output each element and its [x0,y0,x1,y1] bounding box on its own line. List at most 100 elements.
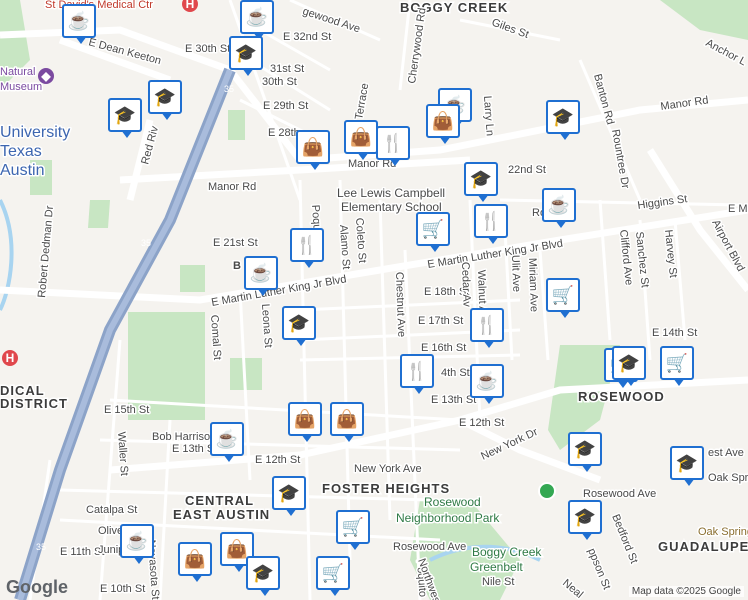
map-attribution[interactable]: Map data ©2025 Google [628,586,744,597]
school-marker[interactable]: 🎓 [464,162,498,202]
store-marker[interactable]: 👜 [344,120,378,160]
coffee-cup-icon: ☕ [245,7,269,27]
street-label: 4th St [441,367,470,379]
street-label: 22nd St [508,164,546,176]
restaurant-marker[interactable]: 🍴 [400,354,434,394]
school-marker[interactable]: 🎓 [229,36,263,76]
street-label: E 29th St [263,100,308,112]
street-label: Manor Rd [660,94,709,113]
graduation-cap-icon: 🎓 [469,169,493,189]
street-label: Robert Dedman Dr [36,205,56,298]
street-label: Oak Spring [698,526,748,538]
street-label: Chestnut Ave [393,272,407,338]
shopping-bag-icon: 👜 [349,127,373,147]
school-marker[interactable]: 🎓 [670,446,704,486]
store-marker[interactable]: 👜 [288,402,322,442]
map-canvas[interactable]: BOGGY CREEK ROSEWOOD FOSTER HEIGHTS CENT… [0,0,748,600]
street-label: ppson St [585,547,612,592]
street-label: Cedar Av [459,262,473,308]
street-label: Clifford Ave [617,229,635,286]
street-label: E 14th St [652,327,697,339]
landmark-label: University [0,124,70,141]
store-marker[interactable]: 👜 [178,542,212,582]
street-label: Rosewood Ave [583,488,656,500]
school-marker[interactable]: 🎓 [272,476,306,516]
street-labels: Manor Rd Manor Rd Manor Rd E Martin Luth… [35,4,748,600]
street-label: New York Ave [354,463,422,475]
street-label: Catalpa St [86,504,137,516]
grocery-marker[interactable]: 🛒 [316,556,350,596]
street-label: Coleto St [353,217,368,263]
street-label: 35 [224,84,234,94]
school-marker[interactable]: 🎓 [568,432,602,472]
cafe-marker[interactable]: ☕ [470,364,504,404]
restaurant-marker[interactable]: 🍴 [290,228,324,268]
cafe-marker[interactable]: ☕ [62,4,96,44]
cafe-marker[interactable]: ☕ [120,524,154,564]
street-label: Giles St [490,17,530,41]
coffee-cup-icon: ☕ [249,263,273,283]
graduation-cap-icon: 🎓 [287,313,311,333]
cafe-marker[interactable]: ☕ [210,422,244,462]
restaurant-marker[interactable]: 🍴 [376,126,410,166]
landmark-label: Greenbelt [470,560,523,574]
street-label: Anchor L [704,37,748,68]
coffee-cup-icon: ☕ [547,195,571,215]
grocery-marker[interactable]: 🛒 [546,278,580,318]
street-label: Oak Spring [708,472,748,484]
school-marker[interactable]: 🎓 [282,306,316,346]
store-marker[interactable]: 👜 [296,130,330,170]
school-marker[interactable]: 🎓 [612,346,646,386]
fork-knife-icon: 🍴 [295,235,319,255]
shopping-bag-icon: 👜 [431,111,455,131]
school-marker[interactable]: 🎓 [246,556,280,596]
fork-knife-icon: 🍴 [475,315,499,335]
graduation-cap-icon: 🎓 [573,439,597,459]
area-label: ROSEWOOD [578,389,665,404]
grocery-marker[interactable]: 🛒 [416,212,450,252]
restaurant-marker[interactable]: 🍴 [474,204,508,244]
cafe-marker[interactable]: ☕ [542,188,576,228]
graduation-cap-icon: 🎓 [573,507,597,527]
area-label: CENTRAL [185,493,254,508]
fork-knife-icon: 🍴 [405,361,429,381]
street-label: Leona St [259,303,274,348]
school-marker[interactable]: 🎓 [108,98,142,138]
shopping-bag-icon: 👜 [293,409,317,429]
school-marker[interactable]: 🎓 [546,100,580,140]
google-logo: Google [6,577,68,597]
graduation-cap-icon: 🎓 [617,353,641,373]
street-label: Alamo St [337,224,352,269]
graduation-cap-icon: 🎓 [113,105,137,125]
store-marker[interactable]: 👜 [330,402,364,442]
map-base-layer: BOGGY CREEK ROSEWOOD FOSTER HEIGHTS CENT… [0,0,748,600]
hospital-icon[interactable]: H [2,350,18,366]
landmark-label: Austin [0,162,44,179]
street-label: Sanchez St [633,231,651,288]
street-label: E Ma [728,203,748,215]
area-label: GUADALUPE-SA [658,539,748,554]
cafe-marker[interactable]: ☕ [240,0,274,40]
store-marker[interactable]: 👜 [426,104,460,144]
school-marker[interactable]: 🎓 [568,500,602,540]
shopping-bag-icon: 👜 [335,409,359,429]
coffee-cup-icon: ☕ [67,11,91,31]
museum-icon[interactable]: ◆ [38,68,54,84]
street-label: E 17th St [418,315,463,327]
grocery-marker[interactable]: 🛒 [660,346,694,386]
street-label: 30th St [262,76,297,88]
shopping-cart-icon: 🛒 [665,353,689,373]
street-label: Miriam Ave [526,258,540,313]
restaurant-marker[interactable]: 🍴 [470,308,504,348]
landmark-label: Natural [0,66,35,78]
shopping-bag-icon: 👜 [183,549,207,569]
graduation-cap-icon: 🎓 [234,43,258,63]
landmark-label: Boggy Creek [472,545,542,559]
street-label: Higgins St [637,193,688,212]
grocery-marker[interactable]: 🛒 [336,510,370,550]
park-pin-icon[interactable] [538,482,556,500]
cafe-marker[interactable]: ☕ [244,256,278,296]
street-label: E 12th St [255,454,300,466]
street-label: E Martin Luther King Jr Blvd [210,273,347,309]
school-marker[interactable]: 🎓 [148,80,182,120]
